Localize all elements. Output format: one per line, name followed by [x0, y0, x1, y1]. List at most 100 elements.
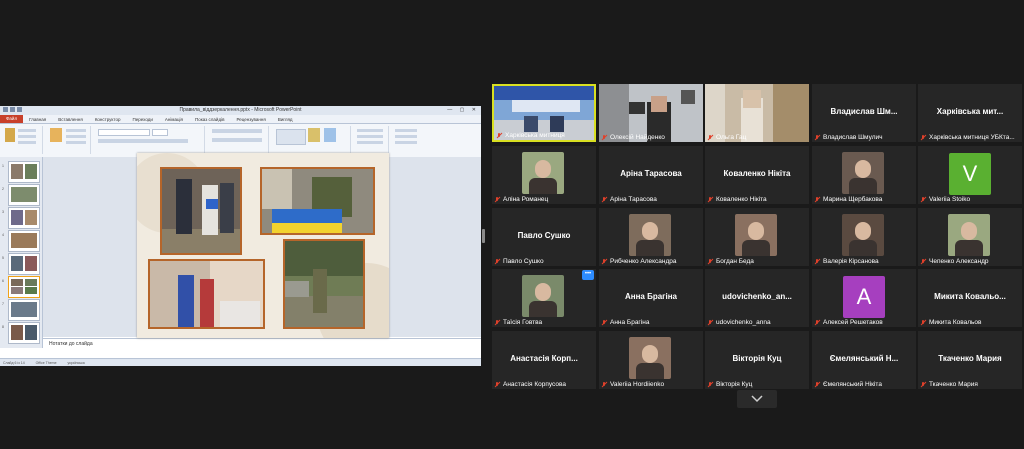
- participant-tile[interactable]: Коваленко Нікіта Коваленко Нікіта: [705, 146, 809, 204]
- slide-thumbnail[interactable]: [8, 253, 40, 275]
- participant-tile[interactable]: V Valeriia Stoiko: [918, 146, 1022, 204]
- participant-avatar: [522, 152, 564, 194]
- participant-tile[interactable]: Харківська мит... Харківська митниця УБКт…: [918, 84, 1022, 142]
- mic-muted-icon: [921, 320, 926, 325]
- layout-icon[interactable]: [66, 129, 86, 132]
- font-name-select[interactable]: [98, 129, 150, 136]
- participant-tile[interactable]: Аліна Романец: [492, 146, 596, 204]
- list-buttons[interactable]: [212, 129, 262, 133]
- slide-number: 8: [2, 325, 4, 329]
- participant-tile[interactable]: Валерія Кірсанова: [812, 208, 916, 266]
- shape-fill-icon[interactable]: [357, 129, 383, 132]
- window-controls[interactable]: — ▢ ✕: [447, 107, 479, 113]
- status-slide-count: Слайд 6 із 14: [3, 361, 25, 365]
- participant-tile[interactable]: Павло Сушко Павло Сушко: [492, 208, 596, 266]
- participant-tile[interactable]: udovichenko_an... udovichenko_anna: [705, 269, 809, 327]
- tab-design[interactable]: Конструктор: [89, 117, 127, 122]
- shape-outline-icon[interactable]: [357, 135, 383, 138]
- tab-view[interactable]: Вигляд: [272, 117, 299, 122]
- gallery-next-page-button[interactable]: [737, 390, 777, 408]
- participant-name-text: Ємелянський Нікіта: [823, 381, 882, 388]
- participant-name-label: Микита Ковальов: [921, 319, 982, 326]
- quick-styles-icon[interactable]: [324, 128, 336, 142]
- participant-tile[interactable]: Олексій Найденко: [599, 84, 703, 142]
- tab-transitions[interactable]: Переходи: [126, 117, 158, 122]
- participant-tile[interactable]: Таїсія Говтва: [492, 269, 596, 327]
- section-icon[interactable]: [66, 141, 86, 144]
- slide-thumbnail[interactable]: [8, 299, 40, 321]
- replace-icon[interactable]: [395, 135, 417, 138]
- tab-animation[interactable]: Анімація: [159, 117, 189, 122]
- participant-name-label: Богдан Беда: [708, 258, 754, 265]
- participant-name-text: Богдан Беда: [716, 258, 754, 265]
- participant-tile[interactable]: Чепенко Александр: [918, 208, 1022, 266]
- participant-name-label: Олексій Найденко: [602, 134, 665, 141]
- participant-tile[interactable]: Ткаченко Мария Ткаченко Мария: [918, 331, 1022, 389]
- participant-avatar: [522, 275, 564, 317]
- participant-tile[interactable]: Вікторія Куц Вікторія Куц: [705, 331, 809, 389]
- mic-muted-icon: [495, 259, 500, 264]
- participant-tile[interactable]: Владислав Шм... Владислав Шмулич: [812, 84, 916, 142]
- new-slide-icon[interactable]: [50, 128, 62, 142]
- tab-review[interactable]: Рецензування: [230, 117, 271, 122]
- slide-thumbnail-selected[interactable]: [8, 276, 40, 298]
- font-format-buttons[interactable]: [98, 139, 188, 143]
- participant-tile[interactable]: Аріна Тарасова Аріна Тарасова: [599, 146, 703, 204]
- slide-thumbnail[interactable]: [8, 161, 40, 183]
- current-slide[interactable]: [137, 153, 389, 338]
- participant-name-text: Марина Щербакова: [823, 196, 883, 203]
- cut-icon[interactable]: [18, 129, 36, 132]
- shape-format-group: [354, 126, 389, 154]
- participant-tile[interactable]: Богдан Беда: [705, 208, 809, 266]
- participant-display-name: Коваленко Нікіта: [723, 169, 791, 178]
- split-view-handle[interactable]: [482, 229, 485, 243]
- align-buttons[interactable]: [212, 138, 262, 142]
- more-options-badge[interactable]: •••: [582, 270, 594, 280]
- participant-name-label: Чепенко Александр: [921, 258, 989, 265]
- participant-tile[interactable]: Харківська митниця: [492, 84, 596, 142]
- notes-pane[interactable]: Нотатки до слайда: [43, 338, 481, 349]
- tab-home[interactable]: Главная: [23, 117, 52, 122]
- arrange-icon[interactable]: [308, 128, 320, 142]
- participant-tile[interactable]: Рибченко Александра: [599, 208, 703, 266]
- status-language: українська: [67, 361, 85, 365]
- participant-tile[interactable]: Марина Щербакова: [812, 146, 916, 204]
- font-group: [94, 126, 205, 154]
- participant-tile[interactable]: Ємелянський Н... Ємелянський Нікіта: [812, 331, 916, 389]
- copy-icon[interactable]: [18, 135, 36, 138]
- tab-slideshow[interactable]: Показ слайдів: [189, 117, 230, 122]
- slide-number: 3: [2, 210, 4, 214]
- slide-thumbnail[interactable]: [8, 184, 40, 206]
- avatar-face: [535, 283, 551, 301]
- participant-name-text: Valeriia Stoiko: [929, 196, 971, 203]
- participant-name-text: Valeriia Hordiienko: [610, 381, 665, 388]
- participant-name-label: Харківська митниця УБКта...: [921, 134, 1015, 141]
- participant-tile[interactable]: Ольга Гац: [705, 84, 809, 142]
- shape-effects-icon[interactable]: [357, 141, 383, 144]
- slide-thumbnail-pane[interactable]: 1 2 3 4 5 6 7 8: [0, 157, 43, 348]
- reset-icon[interactable]: [66, 135, 86, 138]
- participant-name-text: Коваленко Нікіта: [716, 196, 767, 203]
- slide-thumbnail[interactable]: [8, 322, 40, 344]
- format-painter-icon[interactable]: [18, 141, 36, 144]
- tab-insert[interactable]: Вставлення: [52, 117, 89, 122]
- paste-icon[interactable]: [5, 128, 15, 142]
- participant-tile[interactable]: Микита Ковальо... Микита Ковальов: [918, 269, 1022, 327]
- slide-thumbnail[interactable]: [8, 207, 40, 229]
- find-icon[interactable]: [395, 129, 417, 132]
- participant-tile[interactable]: Valeriia Hordiienko: [599, 331, 703, 389]
- participant-name-label: Ємелянський Нікіта: [815, 381, 882, 388]
- shapes-gallery[interactable]: [276, 129, 306, 145]
- avatar-body: [529, 301, 557, 317]
- participant-name-text: Ольга Гац: [716, 134, 747, 141]
- participant-display-name: Анастасія Корп...: [510, 354, 578, 363]
- select-icon[interactable]: [395, 141, 417, 144]
- mic-muted-icon: [602, 197, 607, 202]
- tab-file[interactable]: Файл: [0, 115, 24, 123]
- font-size-select[interactable]: [152, 129, 168, 136]
- participant-tile[interactable]: A Алексей Решетаков: [812, 269, 916, 327]
- participant-name-label: Павло Сушко: [495, 258, 544, 265]
- slide-thumbnail[interactable]: [8, 230, 40, 252]
- participant-tile[interactable]: Анастасія Корп... Анастасія Корпусова: [492, 331, 596, 389]
- participant-tile[interactable]: Анна Брагіна Анна Брагіна: [599, 269, 703, 327]
